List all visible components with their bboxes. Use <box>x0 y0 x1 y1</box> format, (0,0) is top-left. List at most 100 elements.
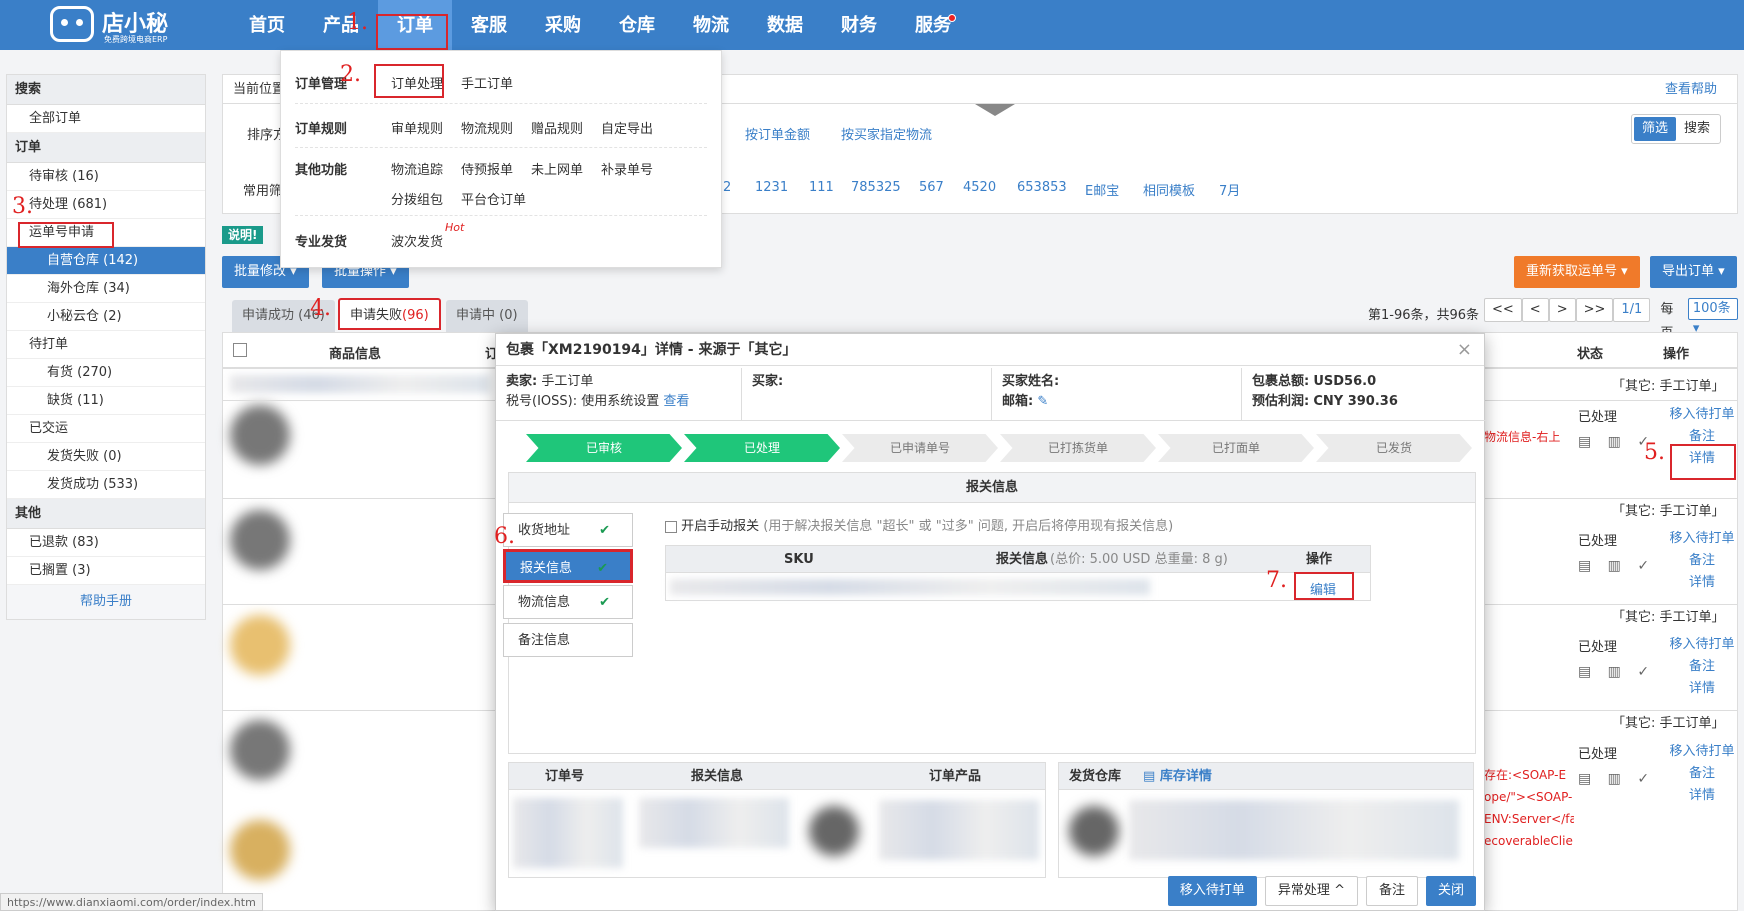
sidebar-item-pending-process[interactable]: 待处理 (681) <box>7 191 205 219</box>
sidebar-help-link[interactable]: 帮助手册 <box>7 585 205 619</box>
menu-item-gift-rule[interactable]: 赠品规则 <box>531 118 583 137</box>
tax-view-link[interactable]: 查看 <box>663 394 689 409</box>
row-action-icons[interactable]: ▤ ▥ ✓ <box>1578 558 1655 574</box>
menu-item-review-rule[interactable]: 审单规则 <box>391 118 443 137</box>
nav-logistics[interactable]: 物流 <box>674 0 748 50</box>
filter-tag[interactable]: 7月 <box>1219 180 1240 199</box>
sidebar-item-xiaomi-cloud[interactable]: 小秘云仓 (2) <box>7 303 205 331</box>
check-icon: ✔ <box>599 523 610 538</box>
filter-tag[interactable]: 567 <box>919 180 944 195</box>
sort-by-amount-link[interactable]: 按订单金额 <box>745 124 810 143</box>
prev-page-button[interactable]: < <box>1521 298 1549 322</box>
nav-warehouse[interactable]: 仓库 <box>600 0 674 50</box>
filter-tag[interactable]: 4520 <box>963 180 996 195</box>
menu-item-supplement[interactable]: 补录单号 <box>601 159 653 178</box>
sidebar-item-ship-fail[interactable]: 发货失败 (0) <box>7 443 205 471</box>
buyer-info: 买家: <box>742 368 992 420</box>
col-ops: 操作 <box>1663 347 1690 362</box>
edit-email-icon[interactable]: ✎ <box>1037 394 1048 409</box>
nav-purchase[interactable]: 采购 <box>526 0 600 50</box>
logo-subtitle: 免费跨境电商ERP <box>104 35 168 44</box>
sidebar-item-in-stock[interactable]: 有货 (270) <box>7 359 205 387</box>
sidebar-item-pending-print[interactable]: 待打单 <box>7 331 205 359</box>
close-icon[interactable]: × <box>1457 334 1472 366</box>
next-page-button[interactable]: > <box>1548 298 1576 322</box>
notification-dot <box>948 14 956 22</box>
filter-tag[interactable]: 653853 <box>1017 180 1067 195</box>
side-tab-customs[interactable]: 报关信息 ✔ <box>503 549 633 583</box>
row-ops: 移入待打单 备注 详情 <box>1666 528 1738 594</box>
step-waybill-applied: 已申请单号 <box>842 434 998 462</box>
move-to-print-link[interactable]: 移入待打单 <box>1666 634 1738 656</box>
menu-item-track[interactable]: 物流追踪 <box>391 159 443 178</box>
sidebar-item-self-warehouse[interactable]: 自营仓库 (142) <box>7 247 205 275</box>
modal-title: 包裹「XM2190194」详情 - 来源于「其它」 × <box>496 334 1484 366</box>
note-link[interactable]: 备注 <box>1666 656 1738 678</box>
search-button[interactable]: 搜索 <box>1676 117 1718 141</box>
sidebar-item-refunded[interactable]: 已退款 (83) <box>7 529 205 557</box>
menu-item-custom-export[interactable]: 自定导出 <box>601 118 653 137</box>
modal-footer: 移入待打单 异常处理 ^ 备注 关闭 <box>1167 876 1476 906</box>
export-orders-button[interactable]: 导出订单 ▾ <box>1650 256 1737 288</box>
move-to-print-link[interactable]: 移入待打单 <box>1666 528 1738 550</box>
sidebar-item-ignored[interactable]: 已搁置 (3) <box>7 557 205 585</box>
nav-data[interactable]: 数据 <box>748 0 822 50</box>
detail-link[interactable]: 详情 <box>1666 785 1738 807</box>
menu-item-manual-order[interactable]: 手工订单 <box>461 73 513 92</box>
side-tab-label: 物流信息 <box>518 595 571 610</box>
move-to-print-link[interactable]: 移入待打单 <box>1666 404 1738 426</box>
manual-customs-checkbox[interactable] <box>665 520 677 533</box>
sort-by-logistics-link[interactable]: 按买家指定物流 <box>841 124 932 143</box>
tab-applying[interactable]: 申请中 (0) <box>446 300 528 332</box>
nav-services[interactable]: 服务 <box>896 0 970 50</box>
filter-tag[interactable]: 111 <box>809 180 834 195</box>
nav-finance[interactable]: 财务 <box>822 0 896 50</box>
menu-item-not-online[interactable]: 未上网单 <box>531 159 583 178</box>
logo[interactable]: 店小秘 免费跨境电商ERP <box>50 4 200 46</box>
filter-tag[interactable]: 相同模板 <box>1143 180 1195 199</box>
filter-tag[interactable]: 2 <box>723 180 731 195</box>
sidebar-item-ship-success[interactable]: 发货成功 (533) <box>7 471 205 499</box>
help-link[interactable]: 查看帮助 <box>1665 75 1717 105</box>
detail-link[interactable]: 详情 <box>1666 678 1738 700</box>
stock-detail-link[interactable]: ▤ 库存详情 <box>1143 763 1212 791</box>
breadcrumb-label: 当前位置 <box>233 82 286 97</box>
note-button[interactable]: 备注 <box>1365 876 1418 906</box>
move-to-print-button[interactable]: 移入待打单 <box>1167 876 1257 906</box>
last-page-button[interactable]: >> <box>1575 298 1614 322</box>
filter-tag[interactable]: E邮宝 <box>1085 180 1119 199</box>
side-tab-notes[interactable]: 备注信息 <box>503 623 633 657</box>
row-action-icons[interactable]: ▤ ▥ ✓ <box>1578 771 1655 787</box>
refetch-waybill-button[interactable]: 重新获取运单号 ▾ <box>1514 256 1640 288</box>
menu-item-logistics-rule[interactable]: 物流规则 <box>461 118 513 137</box>
first-page-button[interactable]: << <box>1484 298 1522 322</box>
sidebar-item-all-orders[interactable]: 全部订单 <box>7 105 205 133</box>
filter-tag[interactable]: 785325 <box>851 180 901 195</box>
per-page-select[interactable]: 100条 ▾ <box>1687 298 1738 336</box>
exception-button[interactable]: 异常处理 ^ <box>1264 876 1358 906</box>
note-link[interactable]: 备注 <box>1666 550 1738 572</box>
sidebar-item-out-of-stock[interactable]: 缺货 (11) <box>7 387 205 415</box>
filter-tag[interactable]: 1231 <box>755 180 788 195</box>
sidebar-item-shipped[interactable]: 已交运 <box>7 415 205 443</box>
close-button[interactable]: 关闭 <box>1425 876 1476 906</box>
filter-button[interactable]: 筛选 <box>1633 117 1676 141</box>
note-link[interactable]: 备注 <box>1666 763 1738 785</box>
side-tab-logistics[interactable]: 物流信息 ✔ <box>503 585 633 619</box>
side-tab-label: 收货地址 <box>518 523 571 538</box>
move-to-print-link[interactable]: 移入待打单 <box>1666 741 1738 763</box>
sidebar-item-overseas-warehouse[interactable]: 海外仓库 (34) <box>7 275 205 303</box>
collapse-toggle-icon[interactable] <box>975 104 1015 116</box>
menu-item-split-pack[interactable]: 分拨组包 <box>391 189 443 208</box>
side-tab-address[interactable]: 收货地址 ✔ <box>503 513 633 547</box>
nav-service[interactable]: 客服 <box>452 0 526 50</box>
sidebar-item-pending-review[interactable]: 待审核 (16) <box>7 163 205 191</box>
row-action-icons[interactable]: ▤ ▥ ✓ <box>1578 664 1655 680</box>
menu-item-pre-report[interactable]: 侍预报单 <box>461 159 513 178</box>
tab-apply-fail[interactable]: 申请失败(96) <box>338 298 441 330</box>
select-all-checkbox[interactable] <box>233 343 247 357</box>
detail-link[interactable]: 详情 <box>1666 572 1738 594</box>
menu-item-wave-ship[interactable]: 波次发货 <box>391 231 443 250</box>
menu-item-platform-warehouse[interactable]: 平台仓订单 <box>461 189 526 208</box>
nav-home[interactable]: 首页 <box>230 0 304 50</box>
